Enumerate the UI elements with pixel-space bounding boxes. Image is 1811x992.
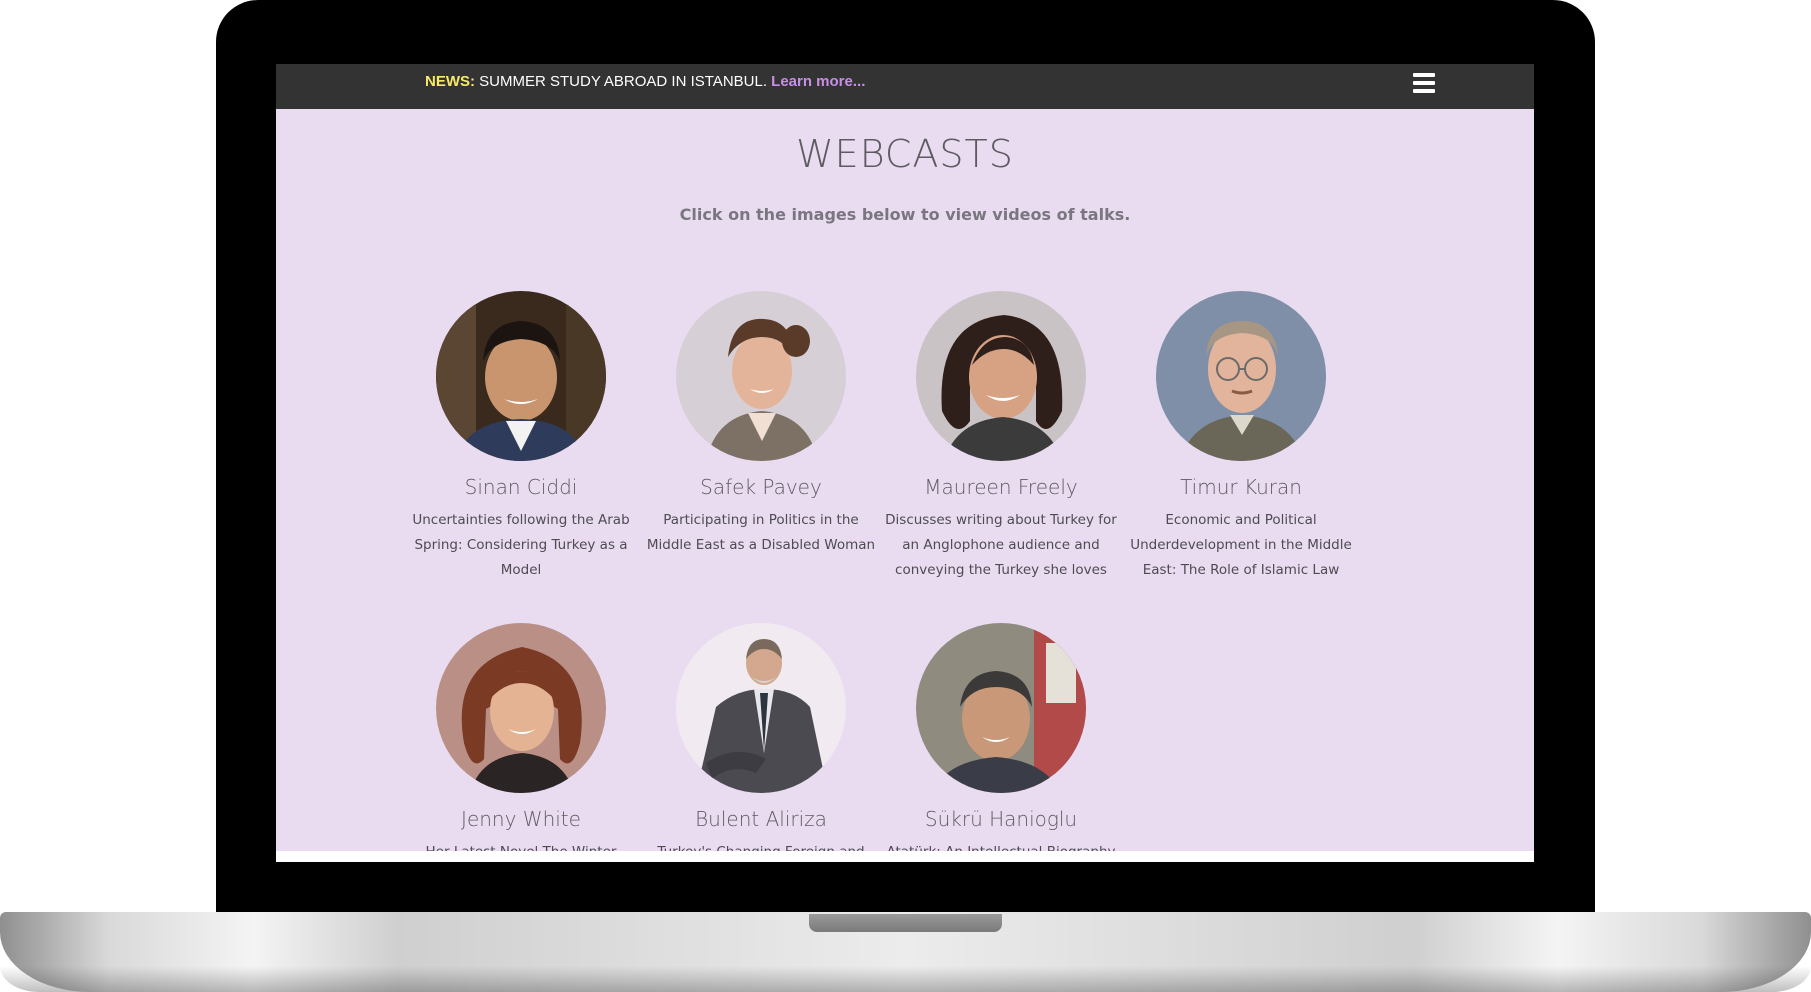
speaker-card-sukru-hanioglu[interactable]: Sükrü Hanioglu Atatürk: An Intellectual … (881, 623, 1121, 851)
speaker-name: Sinan Ciddi (464, 475, 578, 499)
speaker-card-safek-pavey[interactable]: Safek Pavey Participating in Politics in… (641, 291, 881, 558)
speaker-card-timur-kuran[interactable]: Timur Kuran Economic and Political Under… (1121, 291, 1361, 583)
speaker-talk: Discusses writing about Turkey for an An… (885, 512, 1117, 578)
screen-bottom-edge (276, 851, 1534, 862)
speaker-name: Jenny White (461, 807, 581, 831)
speaker-card-sinan-ciddi[interactable]: Sinan Ciddi Uncertainties following the … (401, 291, 641, 583)
page-subtitle: Click on the images below to view videos… (679, 205, 1131, 224)
speaker-photo[interactable] (916, 291, 1086, 461)
speaker-talk: Her Latest Novel The Winter (401, 840, 641, 851)
hamburger-menu-icon[interactable] (1413, 73, 1435, 93)
speaker-talk: Atatürk: An Intellectual Biography (881, 840, 1121, 851)
speaker-photo[interactable] (676, 623, 846, 793)
webcasts-section: WEBCASTS Click on the images below to vi… (276, 109, 1534, 851)
laptop-screen: NEWS: SUMMER STUDY ABROAD IN ISTANBUL. L… (276, 64, 1534, 862)
speaker-photo[interactable] (436, 623, 606, 793)
news-label: NEWS: (425, 73, 475, 90)
speaker-photo[interactable] (916, 623, 1086, 793)
speaker-card-bulent-aliriza[interactable]: Bulent Aliriza Turkey's Changing Foreign… (641, 623, 881, 851)
speaker-card-maureen-freely[interactable]: Maureen Freely Discusses writing about T… (881, 291, 1121, 583)
news-text: SUMMER STUDY ABROAD IN ISTANBUL. (475, 73, 772, 90)
speaker-photo[interactable] (436, 291, 606, 461)
page-title: WEBCASTS (796, 132, 1014, 176)
news-bar: NEWS: SUMMER STUDY ABROAD IN ISTANBUL. L… (276, 64, 1534, 109)
speaker-talk: Economic and Political Underdevelopment … (1130, 512, 1352, 578)
speaker-name: Maureen Freely (924, 475, 1078, 499)
speaker-talk: Turkey's Changing Foreign and (641, 840, 881, 851)
news-ticker: NEWS: SUMMER STUDY ABROAD IN ISTANBUL. L… (425, 73, 865, 90)
speaker-name: Sükrü Hanioglu (924, 807, 1078, 831)
speaker-photo[interactable] (676, 291, 846, 461)
speaker-name: Timur Kuran (1180, 475, 1302, 499)
learn-more-link[interactable]: Learn more... (771, 73, 865, 90)
speaker-name: Safek Pavey (700, 475, 822, 499)
speaker-photo[interactable] (1156, 291, 1326, 461)
speaker-name: Bulent Aliriza (695, 807, 827, 831)
speaker-card-jenny-white[interactable]: Jenny White Her Latest Novel The Winter (401, 623, 641, 851)
speaker-talk: Uncertainties following the Arab Spring:… (412, 512, 630, 578)
laptop-notch (809, 914, 1002, 932)
speaker-talk: Participating in Politics in the Middle … (646, 512, 876, 553)
